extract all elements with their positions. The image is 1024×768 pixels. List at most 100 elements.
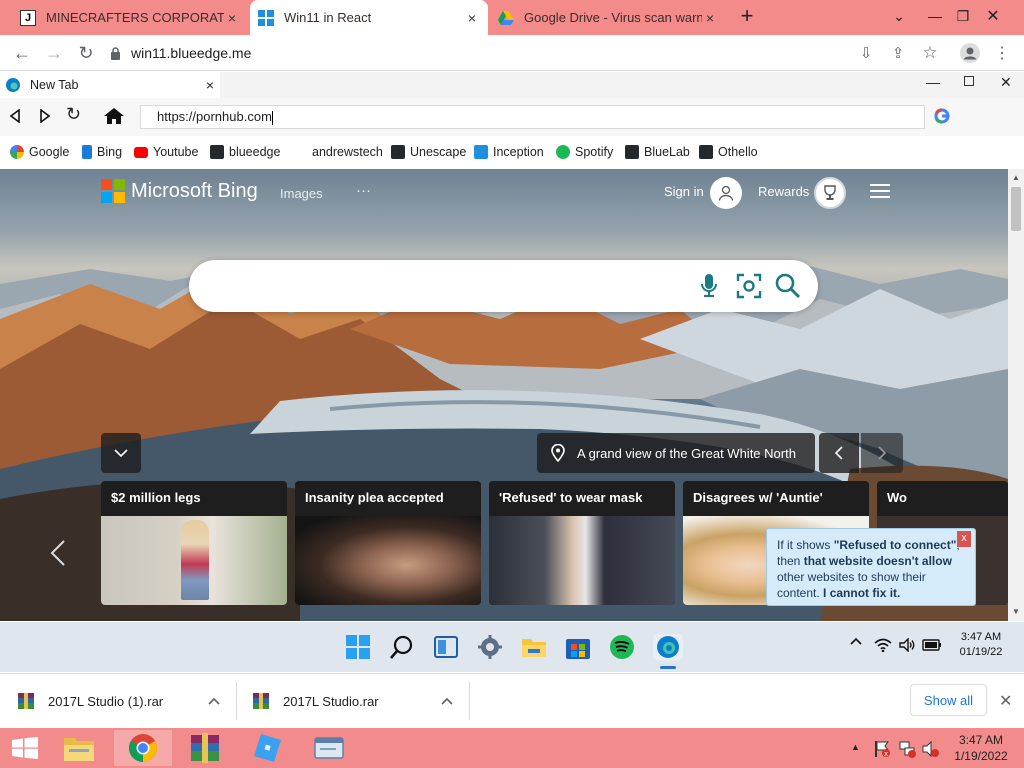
- visual-search-icon[interactable]: [736, 273, 762, 299]
- bing-search-box[interactable]: [189, 260, 818, 312]
- close-tab-icon[interactable]: ×: [224, 10, 240, 26]
- os-flag-notification-icon[interactable]: x: [873, 740, 891, 758]
- close-tab-icon[interactable]: ×: [464, 10, 480, 26]
- os-network-icon[interactable]: [898, 740, 916, 758]
- search-icon[interactable]: [775, 273, 801, 299]
- os-winrar-icon[interactable]: [176, 730, 234, 766]
- back-button[interactable]: ←: [8, 39, 36, 67]
- os-start-button[interactable]: [0, 730, 50, 766]
- os-taskbar: ▲ x 3:47 AM 1/19/2022: [0, 728, 1024, 768]
- previous-image-button[interactable]: [819, 433, 859, 473]
- next-image-button[interactable]: [861, 433, 903, 473]
- win11-clock[interactable]: 3:47 AM 01/19/22: [952, 631, 1010, 658]
- bookmark-label: Inception: [493, 145, 544, 159]
- widgets-icon[interactable]: [433, 634, 459, 660]
- news-card[interactable]: Insanity plea accepted: [295, 481, 481, 605]
- store-icon[interactable]: [565, 634, 591, 660]
- volume-icon[interactable]: [899, 638, 917, 652]
- scrollbar-thumb[interactable]: [1011, 187, 1021, 231]
- page-scrollbar[interactable]: ▲ ▼: [1008, 169, 1024, 621]
- inner-home-icon[interactable]: [104, 108, 124, 124]
- bing-logo[interactable]: Microsoft Bing: [101, 179, 258, 203]
- os-chrome-icon[interactable]: [114, 730, 172, 766]
- download-item[interactable]: 2017L Studio (1).rar: [0, 674, 236, 728]
- inner-url-text: https://pornhub.com: [157, 109, 272, 124]
- download-item[interactable]: 2017L Studio.rar: [237, 674, 469, 728]
- bookmark-star-icon[interactable]: ☆: [916, 39, 944, 67]
- os-roblox-studio-icon[interactable]: [238, 730, 296, 766]
- new-tab-button[interactable]: +: [732, 0, 762, 32]
- bookmark-othello[interactable]: Othello: [699, 145, 758, 159]
- file-explorer-icon[interactable]: [521, 634, 547, 660]
- sign-in-link[interactable]: Sign in: [664, 184, 704, 199]
- carousel-left-arrow-icon[interactable]: [50, 539, 66, 567]
- inner-minimize-button[interactable]: —: [926, 74, 940, 90]
- os-clock[interactable]: 3:47 AM 1/19/2022: [948, 732, 1014, 764]
- notice-close-button[interactable]: x: [957, 531, 971, 547]
- restore-button[interactable]: ❐: [946, 0, 980, 32]
- microphone-icon[interactable]: [701, 274, 717, 298]
- bookmark-bluelab[interactable]: BlueLab: [625, 145, 690, 159]
- scroll-down-arrow-icon[interactable]: ▼: [1012, 607, 1020, 616]
- inner-tab-new-tab[interactable]: New Tab ×: [0, 72, 220, 98]
- reload-button[interactable]: ↻: [72, 39, 100, 67]
- os-volume-muted-icon[interactable]: [922, 740, 940, 758]
- wifi-icon[interactable]: [874, 638, 892, 652]
- hamburger-menu-icon[interactable]: [870, 183, 890, 199]
- tab-win11-react[interactable]: Win11 in React ×: [250, 0, 488, 35]
- inner-url-input[interactable]: https://pornhub.com: [140, 105, 925, 129]
- settings-gear-icon[interactable]: [477, 634, 503, 660]
- close-tab-icon[interactable]: ×: [702, 10, 718, 26]
- rewards-link[interactable]: Rewards: [758, 184, 809, 199]
- os-window-app-icon[interactable]: [300, 730, 358, 766]
- install-app-icon[interactable]: ⇩: [852, 39, 880, 67]
- download-options-chevron-icon[interactable]: [441, 697, 453, 705]
- bookmark-blueedge[interactable]: blueedge: [210, 145, 280, 159]
- images-link[interactable]: Images: [280, 186, 323, 201]
- tab-google-drive[interactable]: Google Drive - Virus scan warning ×: [490, 0, 726, 35]
- more-menu-link[interactable]: ···: [356, 182, 371, 199]
- collapse-feed-button[interactable]: [101, 433, 141, 473]
- spotify-app-icon[interactable]: [609, 634, 635, 660]
- menu-kebab-icon[interactable]: ⋮: [988, 39, 1016, 67]
- inner-reload-icon[interactable]: ↻: [66, 104, 81, 125]
- close-window-button[interactable]: ✕: [976, 0, 1010, 32]
- inner-forward-icon[interactable]: [40, 109, 50, 123]
- google-search-icon[interactable]: [934, 108, 950, 124]
- inner-close-button[interactable]: ✕: [1000, 74, 1012, 91]
- show-all-downloads-button[interactable]: Show all: [910, 684, 987, 716]
- bookmark-google[interactable]: Google: [10, 145, 69, 159]
- tab-minecrafters[interactable]: J MINECRAFTERS CORPORATION ×: [12, 0, 248, 35]
- taskbar-search-icon[interactable]: [389, 634, 415, 660]
- os-time: 3:47 AM: [958, 733, 1004, 747]
- user-avatar-icon[interactable]: [710, 177, 742, 209]
- bookmark-spotify[interactable]: Spotify: [556, 145, 613, 159]
- image-caption[interactable]: A grand view of the Great White North: [537, 433, 815, 473]
- bookmark-label: blueedge: [229, 145, 281, 159]
- bookmark-youtube[interactable]: Youtube: [134, 145, 198, 159]
- download-options-chevron-icon[interactable]: [208, 697, 220, 705]
- inner-maximize-button[interactable]: [964, 76, 974, 86]
- edge-app-icon[interactable]: [653, 634, 683, 660]
- outer-address-bar[interactable]: win11.blueedge.me: [110, 39, 845, 67]
- inner-back-icon[interactable]: [10, 109, 20, 123]
- os-file-explorer-icon[interactable]: [50, 730, 108, 766]
- news-card[interactable]: $2 million legs: [101, 481, 287, 605]
- bookmark-inception[interactable]: Inception: [474, 145, 544, 159]
- forward-button[interactable]: →: [40, 39, 68, 67]
- bookmark-unescape[interactable]: Unescape: [391, 145, 466, 159]
- bookmark-bing[interactable]: Bing: [82, 145, 122, 159]
- tab-search-chevron-icon[interactable]: ⌄: [882, 0, 916, 32]
- scroll-up-arrow-icon[interactable]: ▲: [1012, 173, 1020, 182]
- battery-icon[interactable]: [922, 639, 942, 651]
- bookmark-andrewstech[interactable]: andrewstech: [312, 145, 383, 159]
- share-icon[interactable]: ⇪: [884, 39, 912, 67]
- close-tab-icon[interactable]: ×: [206, 77, 214, 93]
- tray-chevron-up-icon[interactable]: [850, 637, 862, 645]
- news-card[interactable]: 'Refused' to wear mask: [489, 481, 675, 605]
- rewards-trophy-icon[interactable]: [814, 177, 846, 209]
- start-menu-icon[interactable]: [345, 634, 371, 660]
- close-downloads-icon[interactable]: ✕: [999, 691, 1012, 711]
- profile-avatar-icon[interactable]: [956, 39, 984, 67]
- os-tray-expand-icon[interactable]: ▲: [851, 742, 860, 752]
